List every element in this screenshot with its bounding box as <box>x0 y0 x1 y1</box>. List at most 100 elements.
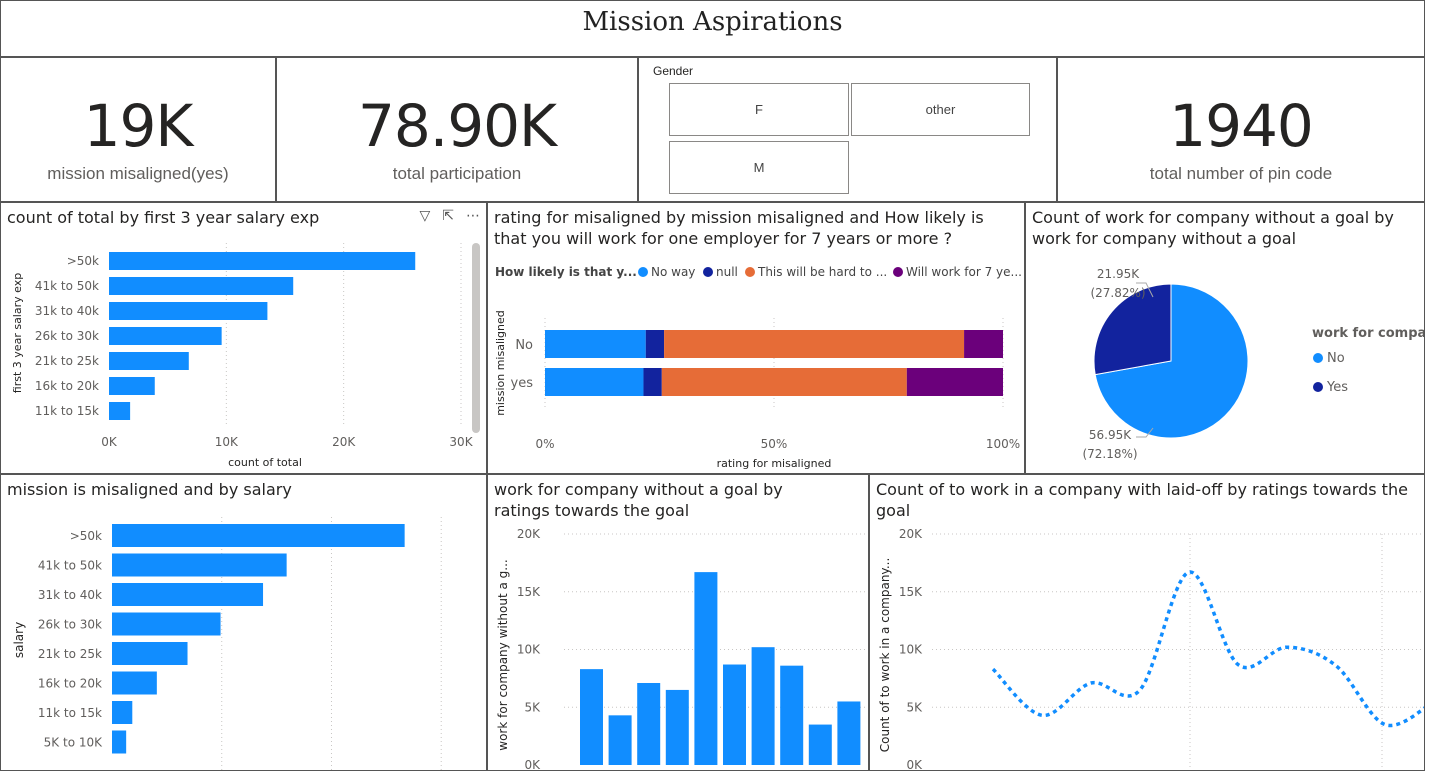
y-tick-label: 20K <box>899 527 923 541</box>
bar-segment <box>664 330 965 358</box>
slicer-title: Gender <box>653 64 694 78</box>
page-header: Mission Aspirations <box>0 0 1425 57</box>
chart-rating-misaligned[interactable]: rating for misaligned by mission misalig… <box>487 202 1025 474</box>
y-tick-label: 41k to 50k <box>38 559 102 573</box>
chart-goal-ratings-bar[interactable]: work for company without a goal by ratin… <box>487 474 869 771</box>
bar <box>112 524 405 547</box>
kpi-value: 1940 <box>1169 92 1314 160</box>
data-label: 56.95K <box>1089 428 1132 442</box>
y-tick-label: 31k to 40k <box>38 588 102 602</box>
y-tick-label: 10K <box>899 643 923 657</box>
bar <box>112 642 188 665</box>
x-tick-label: 10K <box>215 435 239 449</box>
y-tick-label: >50k <box>67 254 99 268</box>
bar <box>112 701 133 724</box>
bar <box>109 352 189 370</box>
kpi-card-misaligned[interactable]: 19K mission misaligned(yes) <box>0 57 276 202</box>
y-tick-label: 26k to 30k <box>35 329 99 343</box>
scrollbar <box>472 243 480 433</box>
page-title: Mission Aspirations <box>582 7 843 37</box>
bar-segment <box>545 330 646 358</box>
y-axis-title: salary <box>12 622 26 658</box>
bar <box>808 724 832 765</box>
bar <box>109 402 131 420</box>
legend-label: Yes <box>1326 380 1348 395</box>
y-tick-label: 21k to 25k <box>38 647 102 661</box>
kpi-label: mission misaligned(yes) <box>47 164 229 183</box>
chart-laid-off-line[interactable]: Count of to work in a company with laid-… <box>869 474 1425 771</box>
bar <box>608 715 632 765</box>
slicer-option-m[interactable]: M <box>669 141 849 194</box>
legend-label: This will be hard to ... <box>757 265 887 279</box>
bar <box>112 553 287 577</box>
y-tick-label: 31k to 40k <box>35 304 99 318</box>
slicer-option-f[interactable]: F <box>669 83 849 136</box>
y-tick-label: 21k to 25k <box>35 354 99 368</box>
y-tick-label: 10K <box>517 643 541 657</box>
legend-label: Will work for 7 ye... <box>906 265 1022 279</box>
x-tick-label: 0K <box>101 435 118 449</box>
bar <box>694 572 718 765</box>
chart-svg: 0K 5K 10K 15K 20K Count of to work in a compa… <box>878 527 1424 770</box>
legend-marker <box>1313 353 1323 363</box>
bar <box>580 669 603 765</box>
slicer-option-other[interactable]: other <box>851 83 1030 136</box>
bar <box>109 252 416 270</box>
y-tick-label: 15K <box>899 585 923 599</box>
legend-title: work for compa <box>1312 326 1425 341</box>
chart-misaligned-salary[interactable]: mission is misaligned and by salary >50k… <box>0 474 487 771</box>
y-tick-label: 16k to 20k <box>35 379 99 393</box>
y-tick-label: 26k to 30k <box>38 618 102 632</box>
legend-marker <box>703 267 713 277</box>
y-tick-label: 20K <box>517 527 541 541</box>
bar-segment <box>964 330 1003 358</box>
y-tick-label: 5K to 10K <box>44 736 103 750</box>
kpi-value: 19K <box>83 92 194 160</box>
bar-segment <box>661 368 907 396</box>
y-axis-title: work for company without a g... <box>496 559 510 750</box>
data-label-percent: (27.82%) <box>1090 286 1145 300</box>
bar <box>109 327 222 345</box>
legend-label: No <box>1327 351 1345 366</box>
y-tick-label: 41k to 50k <box>35 279 99 293</box>
x-tick-label: 30K <box>449 435 473 449</box>
kpi-label: total number of pin code <box>1149 164 1333 183</box>
gender-slicer: Gender F other M <box>638 57 1057 202</box>
y-axis-title: first 3 year salary exp <box>11 273 24 393</box>
bar <box>112 583 264 606</box>
x-axis-title: rating for misaligned <box>717 457 832 470</box>
kpi-card-pin-codes[interactable]: 1940 total number of pin code <box>1057 57 1425 202</box>
line-series <box>991 570 1424 728</box>
y-axis-title: Count of to work in a company... <box>878 558 892 753</box>
chart-pie-goal[interactable]: Count of work for company without a goal… <box>1025 202 1425 474</box>
kpi-value: 78.90K <box>357 92 557 160</box>
kpi-label: total participation <box>392 164 522 183</box>
bar <box>837 701 861 765</box>
bar-segment <box>643 368 662 396</box>
y-tick-label: 16k to 20k <box>38 677 102 691</box>
legend-title: How likely is that y... <box>495 265 637 279</box>
legend-marker <box>1313 382 1323 392</box>
y-tick-label: 11k to 15k <box>38 706 102 720</box>
y-tick-label: No <box>515 338 533 353</box>
chart-svg: 0K 10K 20K 30K >50k 41k to 50k 31k to 40k 26k t… <box>11 243 480 469</box>
chart-svg: 0K 5K 10K 15K 20K work for company without a … <box>496 527 866 770</box>
bar-segment <box>906 368 1003 396</box>
kpi-card-participation[interactable]: 78.90K total participation <box>276 57 638 202</box>
bar <box>665 689 689 765</box>
bar <box>112 612 221 636</box>
chart-svg: >50k 41k to 50k 31k to 40k 26k to 30k 21k to… <box>12 517 442 770</box>
legend-marker <box>893 267 903 277</box>
chart-salary-exp[interactable]: count of total by first 3 year salary ex… <box>0 202 487 474</box>
bar <box>112 730 127 754</box>
y-tick-label: 11k to 15k <box>35 404 99 418</box>
x-tick-label: 0% <box>535 437 554 451</box>
bar-segment <box>545 368 644 396</box>
y-tick-label: 5K <box>524 700 541 714</box>
bar <box>751 647 775 765</box>
legend-label: No way <box>651 265 695 279</box>
x-tick-label: 20K <box>332 435 356 449</box>
y-tick-label: 5K <box>906 700 923 714</box>
x-tick-label: 50% <box>761 437 788 451</box>
chart-svg: How likely is that y... No way null This wi… <box>494 265 1022 470</box>
